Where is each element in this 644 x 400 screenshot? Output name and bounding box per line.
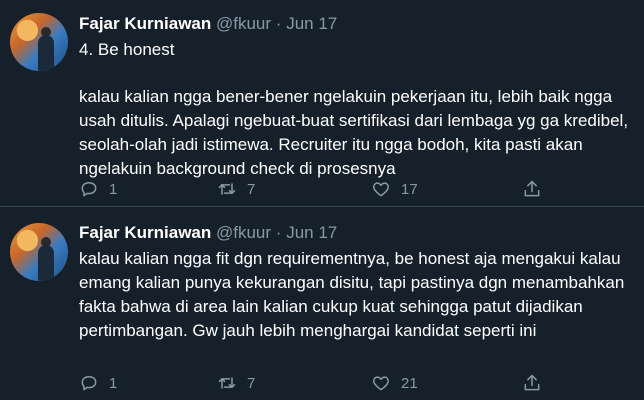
like-button[interactable]: 21 xyxy=(371,373,418,393)
tweet-text-paragraph: kalau kalian ngga bener-bener ngelakuin … xyxy=(79,87,629,178)
tweet-text-line: 4. Be honest xyxy=(79,40,175,59)
retweet-button[interactable]: 7 xyxy=(217,179,255,199)
reply-button[interactable]: 1 xyxy=(79,179,117,199)
retweet-button[interactable]: 7 xyxy=(217,373,255,393)
author-name[interactable]: Fajar Kurniawan xyxy=(79,223,211,242)
tweet[interactable]: Fajar Kurniawan @fkuur · Jun 17 4. Be ho… xyxy=(0,0,644,206)
reply-count: 1 xyxy=(109,180,118,198)
author-handle[interactable]: @fkuur xyxy=(216,14,271,33)
tweet-date[interactable]: Jun 17 xyxy=(286,14,337,33)
avatar-figure xyxy=(38,35,54,71)
retweet-icon xyxy=(218,183,236,195)
reply-icon xyxy=(81,376,97,391)
share-button[interactable] xyxy=(522,179,542,199)
heart-icon xyxy=(373,182,389,197)
tweet-header: Fajar Kurniawan @fkuur · Jun 17 xyxy=(79,222,337,244)
retweet-count: 7 xyxy=(247,374,256,392)
tweet-date[interactable]: Jun 17 xyxy=(286,223,337,242)
reply-count: 1 xyxy=(109,374,118,392)
avatar[interactable] xyxy=(10,13,68,71)
share-button[interactable] xyxy=(522,373,542,393)
avatar[interactable] xyxy=(10,223,68,281)
author-name[interactable]: Fajar Kurniawan xyxy=(79,14,211,33)
author-handle[interactable]: @fkuur xyxy=(216,223,271,242)
tweet-actions: 1 7 21 xyxy=(79,371,599,395)
reply-icon xyxy=(81,182,97,197)
heart-icon xyxy=(373,376,389,391)
retweet-icon xyxy=(218,377,236,389)
like-button[interactable]: 17 xyxy=(371,179,418,199)
tweet-actions: 1 7 17 xyxy=(79,177,599,201)
share-icon xyxy=(524,374,540,391)
reply-button[interactable]: 1 xyxy=(79,373,117,393)
like-count: 21 xyxy=(401,374,418,392)
retweet-count: 7 xyxy=(247,180,256,198)
tweet-header: Fajar Kurniawan @fkuur · Jun 17 xyxy=(79,13,337,35)
separator-dot: · xyxy=(275,14,282,33)
like-count: 17 xyxy=(401,180,418,198)
tweet[interactable]: Fajar Kurniawan @fkuur · Jun 17 kalau ka… xyxy=(0,207,644,400)
tweet-text-paragraph: kalau kalian ngga fit dgn requirementnya… xyxy=(79,249,625,340)
avatar-figure xyxy=(38,245,54,281)
separator-dot: · xyxy=(275,223,282,242)
share-icon xyxy=(524,180,540,197)
